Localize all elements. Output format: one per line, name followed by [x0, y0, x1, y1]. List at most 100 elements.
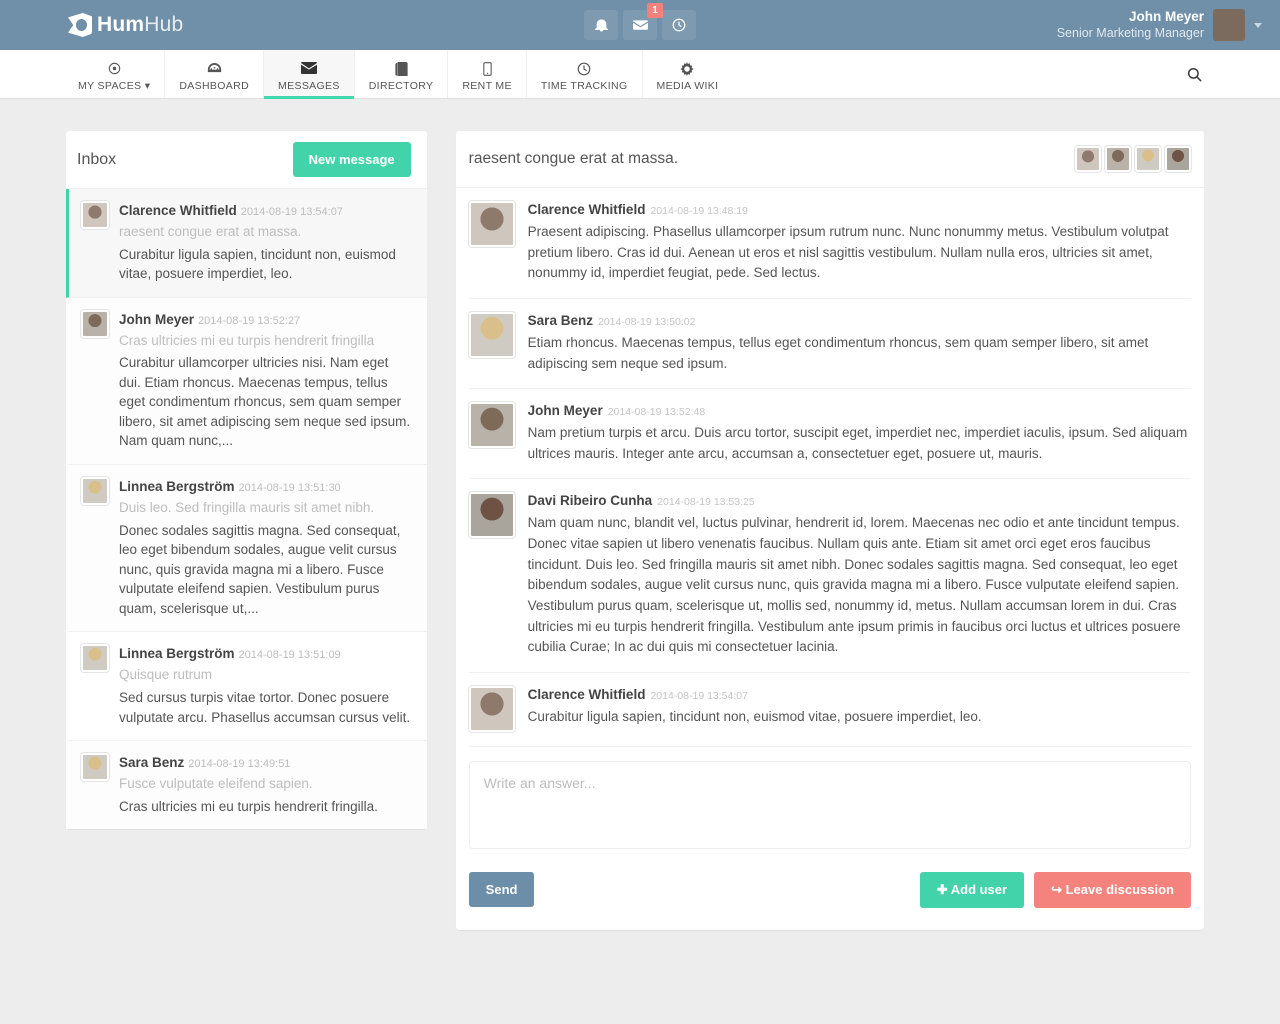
inbox-item-subject: Fusce vulputate eleifend sapien. [119, 776, 313, 792]
message-text: Praesent adipiscing. Phasellus ullamcorp… [527, 224, 1169, 281]
nav-item-dashboard[interactable]: DASHBOARD [164, 50, 263, 98]
inbox-item-sender: Linnea Bergström [119, 646, 235, 662]
inbox-header: Inbox New message [66, 131, 427, 189]
participant-avatars [1075, 146, 1191, 172]
inbox-item-time: 2014-08-19 13:49:51 [188, 758, 291, 771]
avatar [468, 311, 515, 358]
logo-bold-text: Hum [97, 13, 145, 36]
send-button[interactable]: Send [468, 872, 535, 908]
messages-icon[interactable]: 1 [623, 3, 663, 40]
message-text: Etiam rhoncus. Maecenas tempus, tellus e… [527, 334, 1149, 371]
user-role: Senior Marketing Manager [1056, 25, 1204, 40]
user-name: John Meyer [1128, 9, 1204, 25]
inbox-item-sender: Clarence Whitfield [119, 203, 237, 218]
conversation-title: raesent congue erat at massa. [468, 150, 679, 167]
inbox-item[interactable]: John Meyer 2014-08-19 13:52:27 Cras ultric… [66, 297, 427, 466]
message-author: John Meyer [527, 403, 603, 419]
notifications-icon[interactable] [584, 10, 618, 40]
nav-item-messages[interactable]: MESSAGES [263, 50, 354, 99]
logo-light-text: Hub [144, 13, 184, 36]
page-content: Inbox New message Clarence Whitfield 2014… [0, 99, 1280, 930]
dashboard-icon [207, 62, 222, 76]
chevron-down-icon[interactable] [1254, 22, 1262, 28]
nav-item-my-spaces[interactable]: MY SPACES ▾ [64, 50, 164, 98]
conversation-actions: Send ✚ Add user ↪ Leave discussion [456, 854, 1204, 930]
new-message-button[interactable]: New message [292, 142, 411, 177]
inbox-item-time: 2014-08-19 13:51:09 [238, 649, 341, 662]
message-list: Clarence Whitfield 2014-08-19 13:48:19 Pra… [456, 188, 1204, 747]
nav-label-my-spaces: MY SPACES ▾ [78, 79, 151, 92]
message-time: 2014-08-19 13:54:07 [650, 689, 748, 702]
inbox-item-subject: raesent congue erat at massa. [119, 224, 302, 239]
message-item: John Meyer 2014-08-19 13:52:48 Nam pretium… [468, 389, 1191, 480]
nav-label-directory: DIRECTORY [368, 79, 434, 92]
inbox-item[interactable]: Sara Benz 2014-08-19 13:49:51 Fusce vulput… [66, 741, 427, 830]
inbox-item-sender: Sara Benz [119, 755, 185, 771]
nav-item-time-tracking[interactable]: TIME TRACKING [525, 50, 642, 98]
participant-avatar[interactable] [1165, 146, 1191, 172]
message-author: Davi Ribeiro Cunha [527, 493, 653, 509]
inbox-item-subject: Quisque rutrum [119, 667, 213, 683]
inbox-item-preview: Sed cursus turpis vitae tortor. Donec po… [119, 689, 411, 725]
inbox-panel: Inbox New message Clarence Whitfield 2014… [66, 131, 427, 830]
envelope-icon [300, 61, 317, 76]
avatar[interactable] [1213, 9, 1245, 41]
conversation-header: raesent congue erat at massa. [455, 131, 1204, 188]
avatar [81, 201, 109, 229]
nav-label-dashboard: DASHBOARD [179, 79, 250, 92]
inbox-list: Clarence Whitfield 2014-08-19 13:54:07 rae… [66, 189, 427, 830]
message-item: Clarence Whitfield 2014-08-19 13:48:19 Pra… [468, 188, 1191, 299]
conversation-panel: raesent congue erat at massa. Clarence W… [455, 131, 1204, 930]
humhub-logo[interactable]: Hum Hub [68, 12, 183, 38]
participant-avatar[interactable] [1135, 146, 1161, 172]
inbox-item-sender: John Meyer [119, 311, 195, 327]
message-time: 2014-08-19 13:48:19 [650, 205, 748, 217]
user-menu[interactable]: John Meyer Senior Marketing Manager [1057, 9, 1262, 41]
leave-discussion-label: Leave discussion [1065, 881, 1174, 897]
inbox-item[interactable]: Linnea Bergström 2014-08-19 13:51:09 Quisq… [66, 632, 427, 742]
nav-item-directory[interactable]: DIRECTORY [353, 50, 448, 98]
avatar [468, 492, 515, 539]
participant-avatar[interactable] [1105, 146, 1131, 172]
add-user-label: Add user [950, 881, 1008, 897]
search-icon[interactable] [1187, 50, 1202, 98]
nav-label-messages: MESSAGES [278, 79, 340, 92]
book-icon [394, 61, 408, 76]
message-time: 2014-08-19 13:52:48 [607, 406, 706, 419]
inbox-item[interactable]: Linnea Bergström 2014-08-19 13:51:30 Duis … [66, 465, 427, 633]
avatar [81, 753, 109, 782]
page-title: Inbox [77, 150, 117, 168]
gear-icon [680, 61, 694, 76]
inbox-item-time: 2014-08-19 13:52:27 [198, 314, 301, 327]
message-time: 2014-08-19 13:50:02 [597, 315, 696, 328]
leave-discussion-button[interactable]: ↪ Leave discussion [1034, 871, 1191, 908]
nav-item-media-wiki[interactable]: MEDIA WIKI [641, 50, 733, 98]
message-text: Nam pretium turpis et arcu. Duis arcu to… [527, 425, 1188, 461]
clock-icon [577, 62, 591, 76]
avatar [468, 402, 515, 449]
mobile-icon [482, 61, 492, 76]
inbox-item-preview: Donec sodales sagittis magna. Sed conseq… [119, 522, 401, 616]
message-item: Davi Ribeiro Cunha 2014-08-19 13:53:25 Nam… [468, 479, 1191, 673]
message-text: Nam quam nunc, blandit vel, luctus pulvi… [527, 515, 1181, 655]
avatar [81, 309, 109, 338]
nav-item-rent-me[interactable]: RENT ME [447, 50, 526, 98]
avatar [81, 644, 109, 673]
inbox-item[interactable]: Clarence Whitfield 2014-08-19 13:54:07 rae… [66, 189, 427, 298]
message-author: Clarence Whitfield [527, 686, 646, 702]
message-author: Sara Benz [527, 312, 593, 328]
nav-label-time-tracking: TIME TRACKING [540, 79, 628, 92]
answer-area [456, 747, 1204, 854]
add-user-button[interactable]: ✚ Add user [919, 871, 1025, 908]
nav-label-rent-me: RENT ME [462, 79, 512, 92]
exit-icon: ↪ [1051, 881, 1062, 897]
answer-input[interactable] [468, 760, 1191, 849]
inbox-item-time: 2014-08-19 13:51:30 [238, 482, 341, 495]
participant-avatar[interactable] [1075, 146, 1101, 172]
message-time: 2014-08-19 13:53:25 [657, 496, 755, 509]
avatar [81, 477, 109, 506]
nav-label-media-wiki: MEDIA WIKI [656, 79, 719, 92]
plus-icon: ✚ [936, 881, 948, 897]
activity-icon[interactable] [662, 10, 696, 40]
topbar-icon-group: 1 [584, 3, 696, 40]
